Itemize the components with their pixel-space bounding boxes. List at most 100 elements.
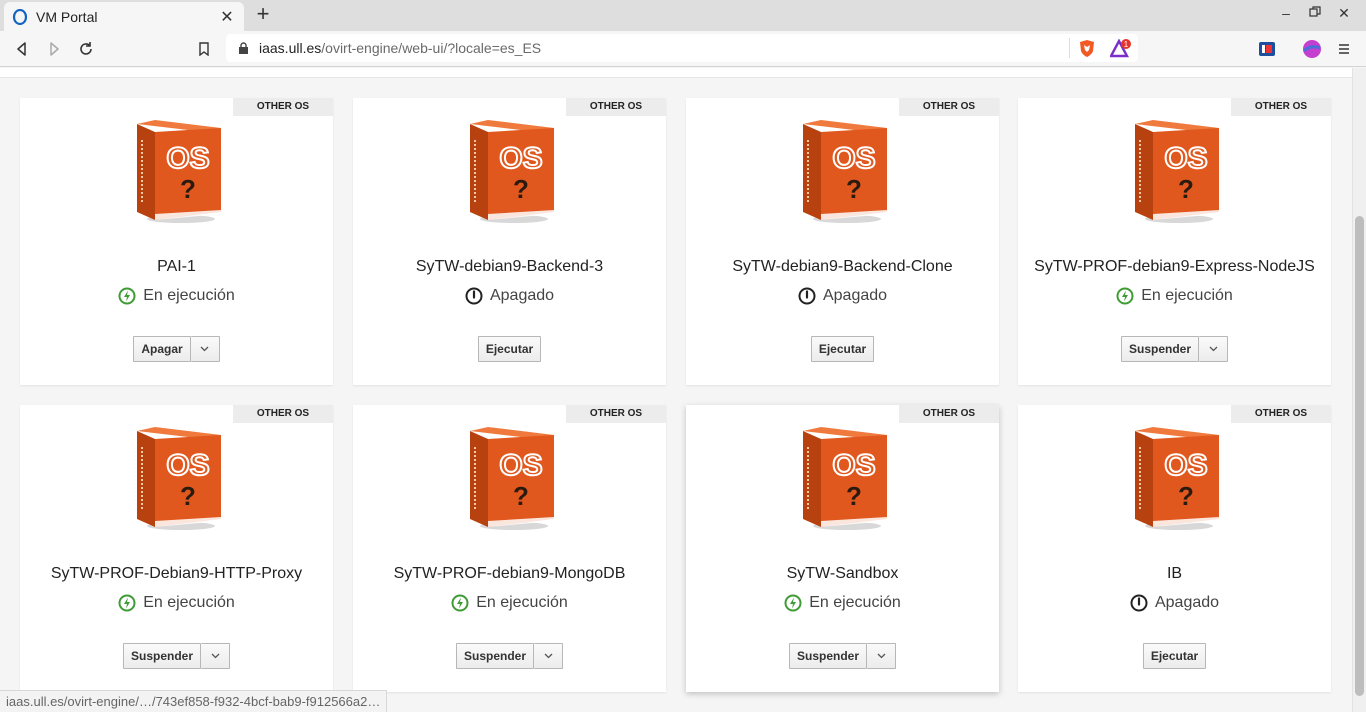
svg-text:?: ? xyxy=(180,174,196,204)
previous-row-edge xyxy=(0,68,1352,78)
new-tab-icon[interactable]: + xyxy=(252,3,274,26)
brave-rewards-icon[interactable]: 1 xyxy=(1109,38,1132,63)
svg-text:?: ? xyxy=(513,174,529,204)
url-path: /ovirt-engine/web-ui/?locale=es_ES xyxy=(321,40,542,56)
svg-text:OS: OS xyxy=(832,449,875,482)
vm-card-2[interactable]: OTHER OS OS ? SyTW-debian9-Backend-Clone… xyxy=(686,98,999,385)
brave-shield-icon[interactable] xyxy=(1078,39,1096,63)
address-divider xyxy=(1069,38,1070,58)
address-bar[interactable]: iaas.ull.es /ovirt-engine/web-ui/?locale… xyxy=(226,34,1138,62)
chevron-down-icon[interactable] xyxy=(867,643,896,669)
os-badge: OTHER OS xyxy=(1231,98,1331,116)
vm-status-text: Apagado xyxy=(489,287,555,304)
close-window-icon[interactable]: ✕ xyxy=(1334,5,1354,22)
back-icon[interactable] xyxy=(10,37,34,61)
vm-portal-content: OTHER OS OS ? PAI-1 En ejecución Apagar … xyxy=(0,68,1352,712)
chevron-down-icon[interactable] xyxy=(201,643,230,669)
running-bolt-icon xyxy=(118,287,136,305)
vm-card-1[interactable]: OTHER OS OS ? SyTW-debian9-Backend-3 Apa… xyxy=(353,98,666,385)
vm-status: En ejecución xyxy=(1018,287,1331,305)
svg-text:OS: OS xyxy=(832,142,875,175)
scrollbar[interactable] xyxy=(1352,68,1366,712)
reload-icon[interactable] xyxy=(74,37,98,61)
os-badge: OTHER OS xyxy=(899,405,999,423)
unknown-os-box-icon: OS ? xyxy=(135,427,221,531)
vm-action-button-suspender[interactable]: Suspender xyxy=(122,643,201,669)
chevron-down-icon[interactable] xyxy=(190,336,220,362)
browser-toolbar: iaas.ull.es /ovirt-engine/web-ui/?locale… xyxy=(0,31,1366,67)
status-url-bar: iaas.ull.es/ovirt-engine/…/743ef858-f932… xyxy=(0,690,388,712)
menu-icon[interactable] xyxy=(1332,37,1356,61)
vm-name[interactable]: IB xyxy=(1018,565,1331,583)
svg-text:OS: OS xyxy=(499,142,542,175)
vm-name[interactable]: PAI-1 xyxy=(20,258,333,276)
vm-action-button-apagar[interactable]: Apagar xyxy=(133,336,191,362)
vm-status: Apagado xyxy=(353,287,666,305)
vm-name[interactable]: SyTW-PROF-debian9-Express-NodeJS xyxy=(1018,258,1331,276)
forward-icon[interactable] xyxy=(42,37,66,61)
vm-status: En ejecución xyxy=(20,287,333,305)
power-off-icon xyxy=(798,287,816,305)
svg-text:OS: OS xyxy=(166,142,209,175)
vm-action-group: Ejecutar xyxy=(353,336,666,362)
unknown-os-box-icon: OS ? xyxy=(468,120,554,224)
vm-status-text: En ejecución xyxy=(143,594,235,611)
vm-status-text: Apagado xyxy=(822,287,888,304)
svg-text:?: ? xyxy=(1178,174,1194,204)
os-badge: OTHER OS xyxy=(1231,405,1331,423)
unknown-os-box-icon: OS ? xyxy=(801,427,887,531)
vm-action-button-ejecutar[interactable]: Ejecutar xyxy=(810,336,875,362)
vm-card-6[interactable]: OTHER OS OS ? SyTW-Sandbox En ejecución … xyxy=(686,405,999,692)
vm-name[interactable]: SyTW-PROF-debian9-MongoDB xyxy=(353,565,666,583)
vm-action-button-ejecutar[interactable]: Ejecutar xyxy=(477,336,542,362)
lock-icon xyxy=(238,41,249,55)
vm-name[interactable]: SyTW-PROF-Debian9-HTTP-Proxy xyxy=(20,565,333,583)
vm-name[interactable]: SyTW-debian9-Backend-Clone xyxy=(686,258,999,276)
vm-card-0[interactable]: OTHER OS OS ? PAI-1 En ejecución Apagar xyxy=(20,98,333,385)
vm-card-4[interactable]: OTHER OS OS ? SyTW-PROF-Debian9-HTTP-Pro… xyxy=(20,405,333,692)
vm-action-group: Apagar xyxy=(20,336,333,362)
vm-status: En ejecución xyxy=(353,594,666,612)
vm-action-button-suspender[interactable]: Suspender xyxy=(455,643,534,669)
vm-card-7[interactable]: OTHER OS OS ? IB Apagado Ejecutar xyxy=(1018,405,1331,692)
close-tab-icon[interactable]: ✕ xyxy=(218,8,236,26)
vm-status-text: En ejecución xyxy=(809,594,901,611)
scroll-thumb[interactable] xyxy=(1355,216,1364,696)
vm-action-button-ejecutar[interactable]: Ejecutar xyxy=(1142,643,1207,669)
minimize-icon[interactable]: – xyxy=(1276,5,1296,21)
bookmark-icon[interactable] xyxy=(192,37,216,61)
vm-action-group: Suspender xyxy=(20,643,333,669)
restore-icon[interactable] xyxy=(1305,5,1325,21)
vm-status-text: Apagado xyxy=(1154,594,1220,611)
vm-action-group: Suspender xyxy=(686,643,999,669)
chevron-down-icon[interactable] xyxy=(1199,336,1228,362)
vm-card-3[interactable]: OTHER OS OS ? SyTW-PROF-debian9-Express-… xyxy=(1018,98,1331,385)
chevron-down-icon[interactable] xyxy=(534,643,563,669)
vm-status: Apagado xyxy=(686,287,999,305)
vm-name[interactable]: SyTW-debian9-Backend-3 xyxy=(353,258,666,276)
unknown-os-box-icon: OS ? xyxy=(468,427,554,531)
running-bolt-icon xyxy=(451,594,469,612)
vm-status: Apagado xyxy=(1018,594,1331,612)
svg-text:?: ? xyxy=(1178,481,1194,511)
vm-name[interactable]: SyTW-Sandbox xyxy=(686,565,999,583)
vm-action-group: Suspender xyxy=(353,643,666,669)
vm-status: En ejecución xyxy=(20,594,333,612)
unknown-os-box-icon: OS ? xyxy=(1133,120,1219,224)
os-badge: OTHER OS xyxy=(566,98,666,116)
os-badge: OTHER OS xyxy=(899,98,999,116)
running-bolt-icon xyxy=(118,594,136,612)
vm-card-5[interactable]: OTHER OS OS ? SyTW-PROF-debian9-MongoDB … xyxy=(353,405,666,692)
svg-text:?: ? xyxy=(846,481,862,511)
svg-text:OS: OS xyxy=(1164,142,1207,175)
extension-icon[interactable] xyxy=(1255,37,1279,61)
tab-bar: VM Portal ✕ + – ✕ xyxy=(0,0,1366,31)
browser-tab[interactable]: VM Portal ✕ xyxy=(4,2,244,31)
tab-title: VM Portal xyxy=(36,8,98,25)
vm-action-button-suspender[interactable]: Suspender xyxy=(1120,336,1199,362)
profile-avatar[interactable] xyxy=(1300,37,1324,61)
vm-action-button-suspender[interactable]: Suspender xyxy=(788,643,867,669)
url-host: iaas.ull.es xyxy=(259,40,322,56)
rewards-badge: 1 xyxy=(1124,40,1129,49)
power-off-icon xyxy=(1130,594,1148,612)
